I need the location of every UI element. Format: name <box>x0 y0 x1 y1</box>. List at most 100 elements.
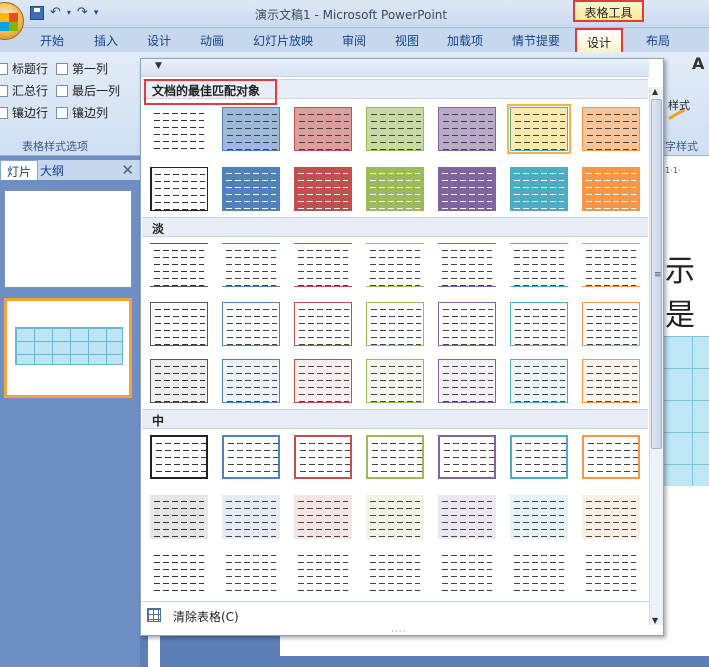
tab-4[interactable]: 动画 <box>200 32 224 49</box>
table-style-swatch[interactable] <box>510 549 568 593</box>
clear-table-button[interactable]: 清除表格(C) <box>173 608 239 625</box>
tab-7[interactable]: 视图 <box>395 32 419 49</box>
pane-tabs: 灯片 大纲 ✕ <box>0 160 140 180</box>
table-style-swatch[interactable] <box>438 243 496 287</box>
table-style-swatch[interactable] <box>582 302 640 346</box>
undo-dropdown-icon[interactable]: ▾ <box>67 4 71 22</box>
table-style-swatch[interactable] <box>366 359 424 403</box>
table-style-swatch[interactable] <box>294 243 352 287</box>
close-icon[interactable]: ✕ <box>121 161 134 179</box>
table-style-swatch[interactable] <box>507 104 571 154</box>
table-style-swatch[interactable] <box>510 359 568 403</box>
slide-thumbnail-selected[interactable] <box>4 298 132 398</box>
table-style-swatch[interactable] <box>366 167 424 211</box>
table-tools-context-label: 表格工具 <box>573 0 644 22</box>
table-style-swatch[interactable] <box>510 243 568 287</box>
table-style-swatch[interactable] <box>438 435 496 479</box>
table-style-swatch[interactable] <box>582 107 640 151</box>
table-style-swatch[interactable] <box>150 435 208 479</box>
table-style-swatch[interactable] <box>150 359 208 403</box>
table-style-swatch[interactable] <box>366 243 424 287</box>
table-style-swatch[interactable] <box>366 107 424 151</box>
table-style-swatch[interactable] <box>294 359 352 403</box>
slide-thumbnail[interactable] <box>4 190 132 288</box>
tab-1[interactable]: 开始 <box>40 32 64 49</box>
table-style-swatch[interactable] <box>582 435 640 479</box>
table-style-swatch[interactable] <box>222 243 280 287</box>
table-style-swatch[interactable] <box>222 549 280 593</box>
customize-qat-icon[interactable]: ▾ <box>94 4 99 22</box>
table-style-swatch[interactable] <box>438 302 496 346</box>
save-icon[interactable] <box>30 6 44 20</box>
table-style-swatch[interactable] <box>366 302 424 346</box>
tab-6[interactable]: 审阅 <box>342 32 366 49</box>
table-style-swatch[interactable] <box>222 302 280 346</box>
table-style-swatch[interactable] <box>150 107 208 151</box>
undo-icon[interactable]: ↶ <box>50 4 61 22</box>
table-style-swatch[interactable] <box>510 435 568 479</box>
table-style-swatch[interactable] <box>222 107 280 151</box>
table-style-swatch[interactable] <box>222 435 280 479</box>
table-style-swatch[interactable] <box>438 107 496 151</box>
clear-table-icon[interactable] <box>147 608 161 622</box>
last-column-checkbox[interactable]: 最后一列 <box>56 82 120 99</box>
scroll-up-icon[interactable]: ▲ <box>652 87 658 96</box>
dropdown-arrow-icon[interactable]: ▼ <box>155 61 162 71</box>
table-style-swatch[interactable] <box>294 495 352 539</box>
tab-5[interactable]: 幻灯片放映 <box>253 32 313 49</box>
table-style-swatch[interactable] <box>150 549 208 593</box>
scroll-down-icon[interactable]: ▼ <box>652 616 658 625</box>
redo-icon[interactable]: ↷ <box>77 4 88 22</box>
table-style-swatch[interactable] <box>510 167 568 211</box>
table-style-swatch[interactable] <box>582 167 640 211</box>
tab-8[interactable]: 加载项 <box>447 32 483 49</box>
table-style-swatch[interactable] <box>582 243 640 287</box>
table-style-swatch[interactable] <box>294 302 352 346</box>
table-style-swatch[interactable] <box>150 495 208 539</box>
tab-2[interactable]: 插入 <box>94 32 118 49</box>
table-style-swatch[interactable] <box>294 549 352 593</box>
table-style-swatch[interactable] <box>150 302 208 346</box>
table-style-swatch[interactable] <box>438 549 496 593</box>
table-style-swatch[interactable] <box>582 549 640 593</box>
table-style-swatch[interactable] <box>438 167 496 211</box>
table-style-swatch[interactable] <box>366 549 424 593</box>
table-style-swatch[interactable] <box>366 435 424 479</box>
table-style-swatch[interactable] <box>222 167 280 211</box>
table-style-swatch[interactable] <box>366 495 424 539</box>
table-style-swatch[interactable] <box>294 107 352 151</box>
total-row-checkbox[interactable]: 汇总行 <box>0 82 48 99</box>
tab-10[interactable]: 布局 <box>646 32 670 49</box>
table-style-swatch[interactable] <box>150 167 208 211</box>
table-style-swatch[interactable] <box>222 495 280 539</box>
tab-outline[interactable]: 大纲 <box>40 162 64 179</box>
table-style-swatch[interactable] <box>294 167 352 211</box>
table-style-swatch[interactable] <box>222 359 280 403</box>
tab-3[interactable]: 设计 <box>147 32 171 49</box>
slide-title-text[interactable]: 示是 <box>665 246 709 334</box>
scroll-thumb[interactable]: ≡ <box>651 99 662 449</box>
office-logo-icon <box>0 13 18 31</box>
banded-rows-checkbox[interactable]: 镶边行 <box>0 104 48 121</box>
tab-slides[interactable]: 灯片 <box>0 160 39 180</box>
thumbnail-table <box>15 327 123 365</box>
table-style-swatch[interactable] <box>294 435 352 479</box>
table-style-swatch[interactable] <box>582 359 640 403</box>
wordart-icon[interactable]: A <box>692 54 704 73</box>
tab-9[interactable]: 情节提要 <box>512 32 560 49</box>
header-row-checkbox[interactable]: 标题行 <box>0 60 48 77</box>
slide-table[interactable] <box>662 336 709 486</box>
first-column-checkbox[interactable]: 第一列 <box>56 60 108 77</box>
table-style-swatch[interactable] <box>150 243 208 287</box>
resize-grip-icon[interactable]: ···· <box>391 627 406 637</box>
tab-table-design[interactable]: 设计 <box>575 28 624 54</box>
table-style-swatch[interactable] <box>438 495 496 539</box>
table-style-swatch[interactable] <box>510 302 568 346</box>
table-styles-gallery: ▼ 文档的最佳匹配对象 淡 中 ▲ ≡ ▼ 清除表格(C) ···· <box>140 58 664 637</box>
table-style-swatch[interactable] <box>438 359 496 403</box>
gallery-top-bar: ▼ <box>141 59 649 77</box>
table-style-swatch[interactable] <box>582 495 640 539</box>
table-style-swatch[interactable] <box>510 495 568 539</box>
gallery-scrollbar[interactable]: ▲ ≡ ▼ <box>649 87 663 625</box>
banded-columns-checkbox[interactable]: 镶边列 <box>56 104 108 121</box>
